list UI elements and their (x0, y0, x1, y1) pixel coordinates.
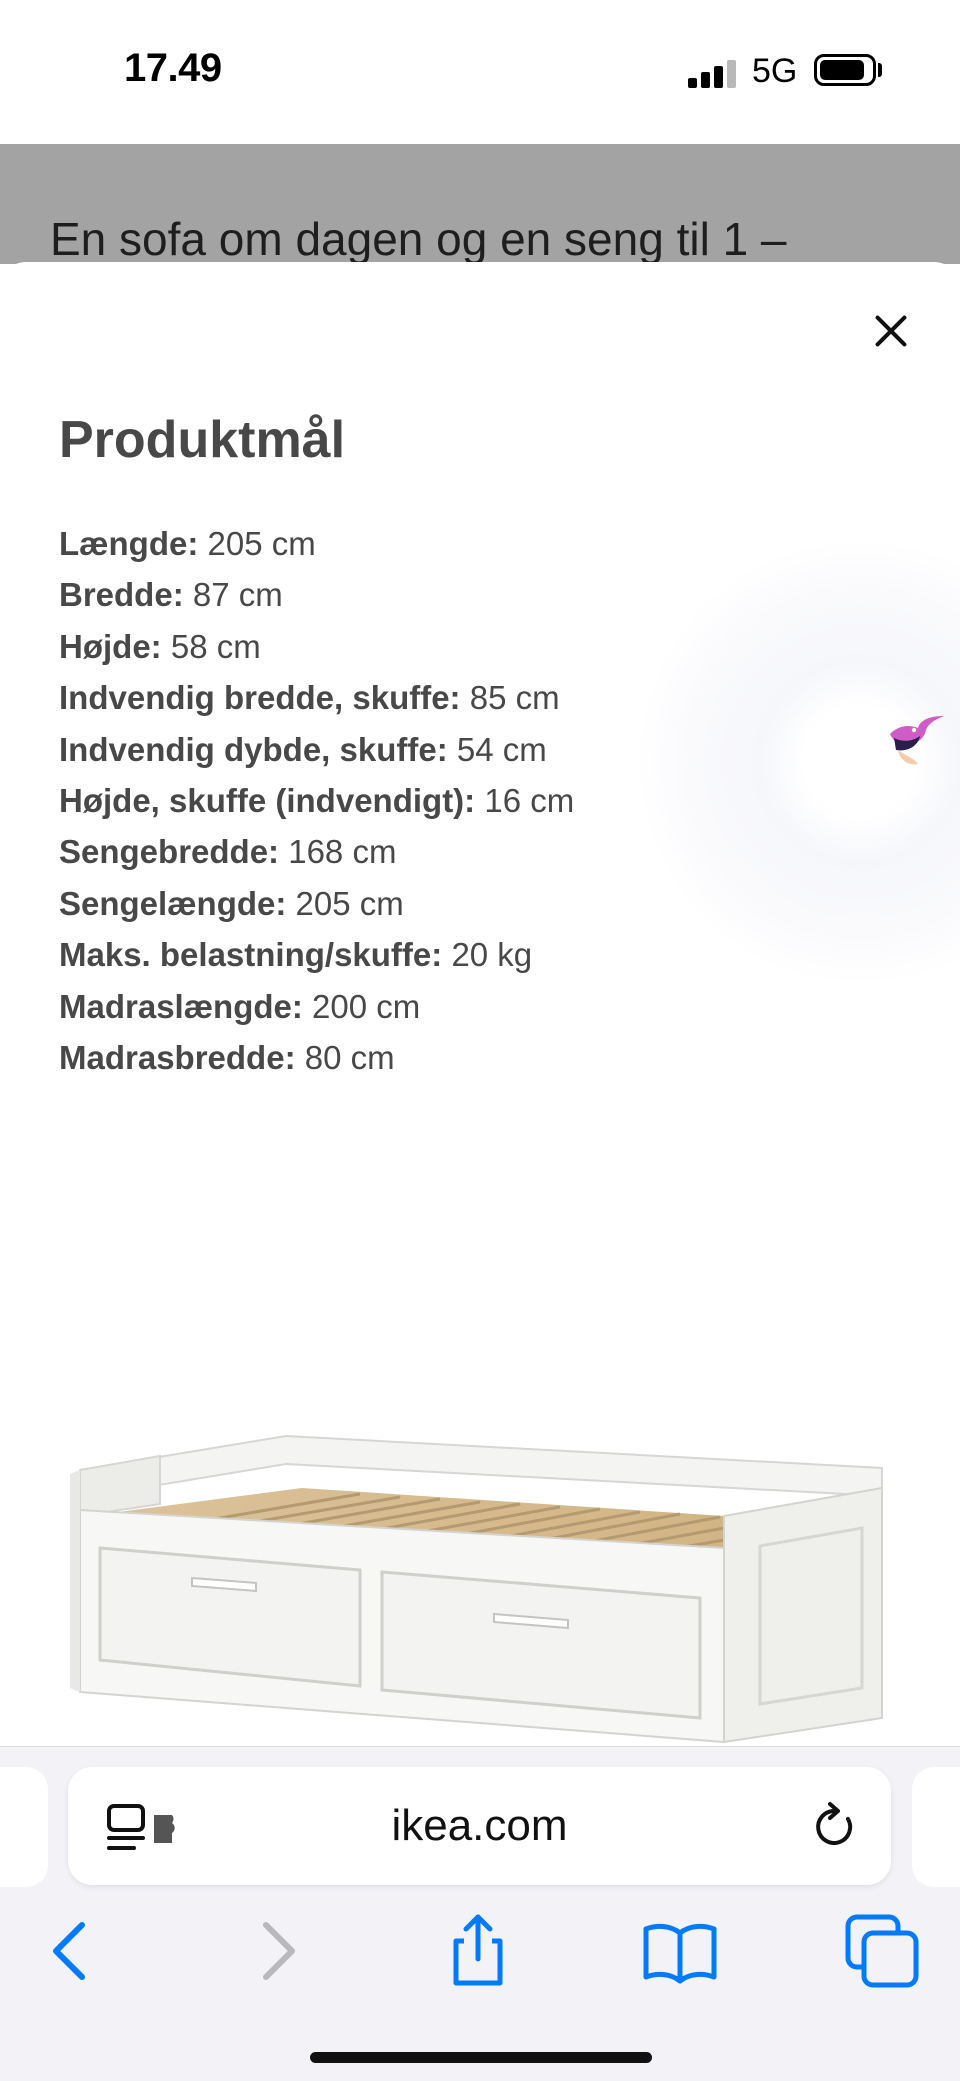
dimension-row: Sengebredde: 168 cm (59, 826, 574, 877)
daybed-product-image (70, 1434, 883, 1744)
dimension-value: 20 kg (451, 936, 533, 974)
dimension-label: Længde: (59, 525, 199, 562)
dimension-row: Højde, skuffe (indvendigt): 16 cm (59, 775, 574, 826)
status-time: 17.49 (124, 46, 222, 90)
background-page: En sofa om dagen og en seng til 1 – (0, 144, 960, 264)
bookmarks-icon[interactable] (640, 1911, 720, 1991)
sheet-title: Produktmål (59, 411, 346, 469)
dimension-row: Maks. belastning/skuffe: 20 kg (59, 929, 574, 980)
dimension-value: 80 cm (304, 1038, 395, 1076)
dimension-value: 16 cm (484, 781, 575, 819)
dimension-row: Indvendig bredde, skuffe: 85 cm (59, 672, 574, 723)
browser-bottom-bar: ikea.com (0, 1746, 960, 2081)
home-indicator (310, 2052, 652, 2063)
status-bar: 17.49 5G (0, 0, 960, 144)
dimension-label: Højde, skuffe (indvendigt): (59, 781, 476, 819)
dimension-row: Sengelængde: 205 cm (59, 878, 574, 929)
dimension-value: 200 cm (312, 987, 421, 1025)
dimensions-list: Længde: 205 cm Bredde: 87 cm Højde: 58 c… (59, 518, 574, 1083)
dimension-label: Indvendig bredde, skuffe: (59, 679, 461, 717)
tabs-icon[interactable] (842, 1911, 922, 1991)
url-text: ikea.com (391, 1801, 568, 1850)
battery-icon (814, 54, 876, 86)
dimension-row: Længde: 205 cm (59, 518, 574, 569)
product-dimensions-sheet: Produktmål Længde: 205 cm Bredde: 87 cm … (0, 262, 960, 1748)
battery-nub (878, 63, 882, 77)
dimension-row: Højde: 58 cm (59, 621, 574, 672)
network-type: 5G (752, 52, 798, 90)
dimension-row: Bredde: 87 cm (59, 569, 574, 620)
dimension-value: 54 cm (456, 730, 547, 768)
dimension-label: Maks. belastning/skuffe: (59, 936, 443, 974)
dimension-value: 168 cm (288, 833, 397, 871)
background-heading: En sofa om dagen og en seng til 1 – (50, 213, 787, 264)
forward-icon[interactable] (238, 1911, 318, 1991)
dimension-value: 205 cm (207, 525, 316, 562)
dimension-label: Madrasbredde: (59, 1038, 296, 1076)
signal-strength-icon (688, 58, 738, 88)
close-button[interactable] (870, 310, 912, 352)
back-icon[interactable] (30, 1911, 110, 1991)
dimension-value: 85 cm (469, 679, 560, 717)
address-bar[interactable]: ikea.com (68, 1767, 891, 1885)
dimension-value: 58 cm (170, 627, 261, 665)
previous-tab-preview[interactable] (0, 1767, 48, 1887)
dimension-value: 205 cm (295, 884, 404, 922)
next-tab-preview[interactable] (912, 1767, 960, 1887)
dimension-label: Bredde: (59, 576, 184, 614)
dimension-row: Madrasbredde: 80 cm (59, 1032, 574, 1083)
dimension-row: Indvendig dybde, skuffe: 54 cm (59, 724, 574, 775)
hummingbird-assistant-icon[interactable] (884, 708, 944, 772)
dimension-label: Madraslængde: (59, 987, 303, 1025)
dimension-label: Indvendig dybde, skuffe: (59, 730, 448, 768)
dimension-label: Sengelængde: (59, 884, 287, 922)
dimension-row: Madraslængde: 200 cm (59, 981, 574, 1032)
share-icon[interactable] (438, 1911, 518, 1991)
dimension-label: Sengebredde: (59, 833, 280, 871)
dimension-label: Højde: (59, 627, 162, 665)
dimension-value: 87 cm (192, 576, 283, 614)
reload-icon[interactable] (808, 1801, 860, 1853)
